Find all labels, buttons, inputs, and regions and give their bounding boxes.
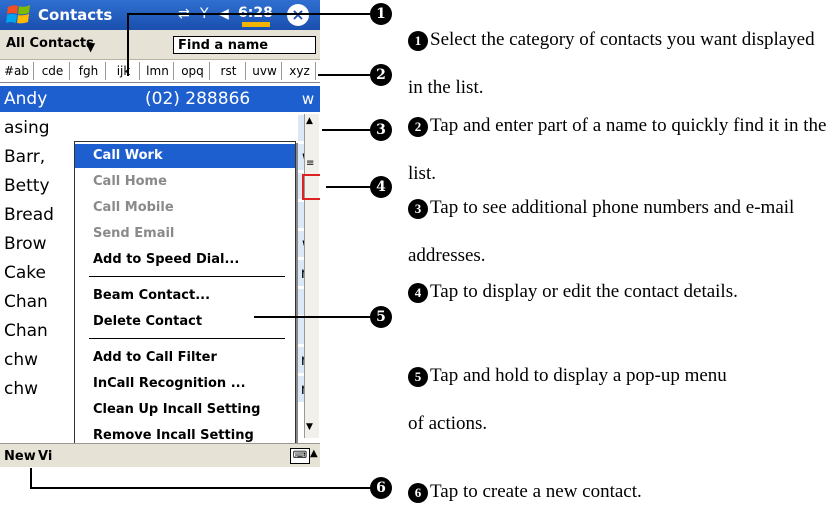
dropdown-arrow-icon[interactable]: ▼	[86, 40, 95, 54]
contact-phone: (02) 288866	[145, 89, 251, 109]
alphabet-tab[interactable]: uvw	[248, 62, 282, 80]
callout-line-1b	[127, 13, 370, 15]
alphabet-tab[interactable]: cde	[36, 62, 70, 80]
callout-line-2	[318, 74, 370, 76]
alphabet-tab[interactable]: fgh	[72, 62, 106, 80]
menu-item-label: Add to Speed Dial...	[93, 252, 240, 267]
context-menu: Call Work Call Home Call Mobile Send Email A…	[74, 141, 296, 467]
contact-name: asing	[4, 118, 50, 138]
device-screen: Contacts ⇄ Y ◀ 6:28 × All Contacts ▼ Fin…	[0, 0, 320, 467]
input-arrow-icon[interactable]: ▲	[310, 448, 318, 459]
category-dropdown[interactable]: All Contacts	[6, 36, 94, 51]
contact-name: Betty	[4, 176, 50, 196]
callout-marker-3: 3	[370, 119, 392, 141]
menu-item-label: Call Work	[93, 148, 163, 163]
callout-marker-6: 6	[370, 477, 392, 499]
app-title[interactable]: Contacts	[38, 6, 112, 24]
menu-item[interactable]: Clean Up Incall Setting	[75, 398, 295, 422]
menu-item-label: Call Home	[93, 174, 167, 189]
callout-text-4: 4 Tap to display or edit the contact deta…	[408, 268, 828, 316]
menu-item[interactable]: Delete Contact	[75, 310, 295, 334]
title-bar: Contacts ⇄ Y ◀ 6:28 ×	[0, 0, 320, 30]
menu-item-label: Send Email	[93, 226, 175, 241]
menu-item[interactable]: Add to Speed Dial...	[75, 248, 295, 272]
callout-text-5: 5 Tap and hold to display a pop-up menu o…	[408, 365, 727, 434]
alphabet-tabs: #ab cde fgh ijk lmn opq rst uvw xyz	[0, 60, 320, 83]
contact-name: Chan	[4, 321, 48, 341]
menu-item: Call Mobile	[75, 196, 295, 220]
menu-separator	[89, 338, 285, 339]
contact-type-indicator[interactable]: w	[298, 86, 318, 112]
alphabet-tab[interactable]: ijk	[108, 62, 140, 80]
find-name-input[interactable]: Find a name	[173, 36, 316, 54]
contact-name: Brow	[4, 234, 47, 254]
contact-row[interactable]: asinge	[0, 115, 320, 141]
menu-item-label: Add to Call Filter	[93, 350, 217, 365]
menu-item[interactable]: InCall Recognition ...	[75, 372, 295, 396]
menu-item-label: Beam Contact...	[93, 288, 211, 303]
battery-icon	[242, 22, 270, 27]
contact-name: Bread	[4, 205, 54, 225]
menu-item[interactable]: Beam Contact...	[75, 284, 295, 308]
contact-name: chw	[4, 379, 39, 399]
menu-item[interactable]: Add to Call Filter	[75, 346, 295, 370]
callout-text-3: 3 Tap to see additional phone numbers and…	[408, 197, 795, 266]
menu-item-label: Clean Up Incall Setting	[93, 402, 261, 417]
alphabet-tab[interactable]: xyz	[284, 62, 316, 80]
callout-marker-4: 4	[370, 176, 392, 198]
contact-name: chw	[4, 350, 39, 370]
alphabet-tab[interactable]: rst	[212, 62, 246, 80]
callout-line-1	[127, 13, 129, 76]
alphabet-tab[interactable]: #ab	[0, 62, 34, 80]
menu-item[interactable]: Call Work	[75, 144, 295, 168]
view-menu[interactable]: Vi	[38, 449, 52, 464]
callout-line-6	[30, 468, 32, 488]
close-button[interactable]: ×	[287, 4, 309, 26]
menu-item-label: Delete Contact	[93, 314, 203, 329]
keyboard-icon[interactable]: ⌨	[290, 448, 310, 464]
contact-name: Andy	[4, 89, 48, 109]
callout-line-3	[322, 129, 370, 131]
menu-separator	[89, 276, 285, 277]
contact-detail-highlight	[302, 174, 320, 200]
callout-line-4	[326, 186, 370, 188]
callout-marker-5: 5	[370, 306, 392, 328]
contact-name: Barr,	[4, 147, 46, 167]
windows-flag-icon[interactable]	[6, 3, 32, 27]
contact-name: Cake	[4, 263, 46, 283]
contact-name: Chan	[4, 292, 48, 312]
alphabet-tab[interactable]: opq	[176, 62, 210, 80]
contact-row[interactable]: Andy (02) 288866 w	[0, 86, 320, 112]
menu-item-label: InCall Recognition ...	[93, 376, 246, 391]
callout-marker-2: 2	[370, 64, 392, 86]
menu-item-label: Call Mobile	[93, 200, 174, 215]
menu-item: Call Home	[75, 170, 295, 194]
callout-marker-1: 1	[370, 3, 392, 25]
callout-text-1: 1 Select the category of contacts you wan…	[408, 29, 815, 98]
vertical-scrollbar[interactable]: ▲ ≡ ▼	[304, 114, 319, 438]
bottom-menu-bar: New Vi	[0, 443, 320, 467]
alphabet-tab[interactable]: lmn	[142, 62, 174, 80]
callout-line-5	[254, 316, 370, 318]
callout-text-6: 6 Tap to create a new contact.	[408, 472, 828, 512]
new-button[interactable]: New	[4, 449, 36, 464]
menu-item: Send Email	[75, 222, 295, 246]
callout-line-6b	[30, 487, 370, 489]
